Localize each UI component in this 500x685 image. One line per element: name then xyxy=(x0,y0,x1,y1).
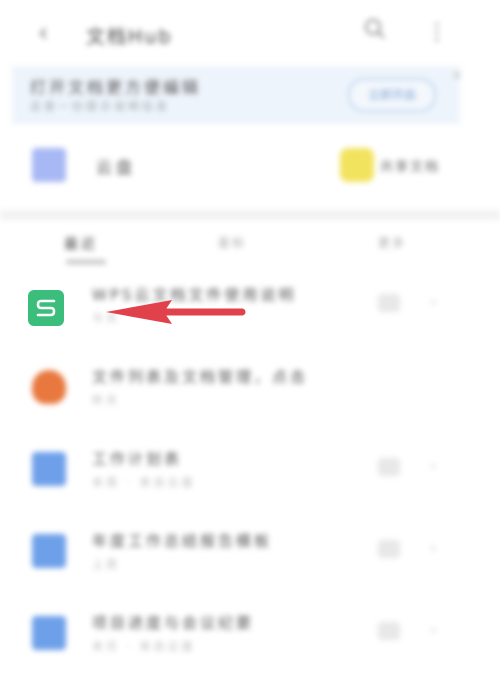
annotation-arrow xyxy=(106,300,246,324)
